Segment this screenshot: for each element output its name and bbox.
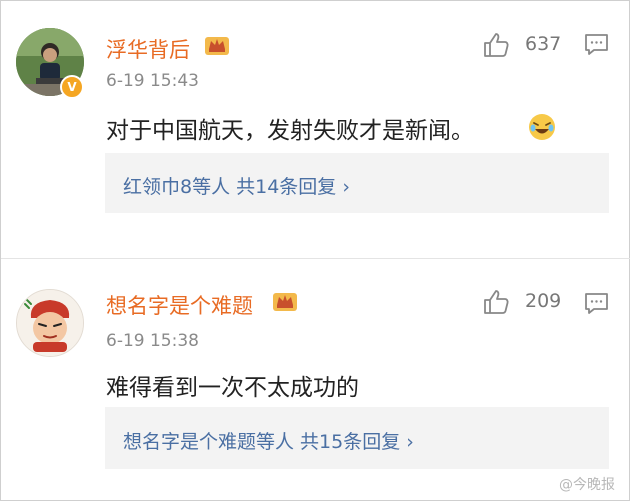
divider [1,258,630,259]
crown-icon [205,37,229,55]
comment-icon[interactable] [584,33,609,56]
watermark: @今晚报 [559,477,615,493]
username[interactable]: 浮华背后 [106,34,190,64]
thumbs-up-icon [484,290,509,314]
like-count: 209 [525,290,562,312]
crown-icon [273,293,297,311]
laughing-emoji-icon [529,114,555,140]
verified-badge-icon: V [60,75,84,99]
like-count: 637 [525,33,562,55]
replies-box[interactable]: 红领巾8等人 共14条回复 › [105,153,609,213]
replies-link[interactable]: 红领巾8等人 共14条回复 › [123,172,350,199]
replies-link[interactable]: 想名字是个难题等人 共15条回复 › [123,427,414,454]
thumbs-up-icon [484,33,509,57]
replies-box[interactable]: 想名字是个难题等人 共15条回复 › [105,407,609,469]
comment-text: 对于中国航天，发射失败才是新闻。 [106,118,474,144]
like-button[interactable]: 209 [482,288,572,316]
comment-item: 想名字是个难题 6-19 15:38 209 难得看到一次不太成功的 想名字是个… [1,269,630,502]
avatar[interactable] [16,289,84,357]
comment-item: V 浮华背后 6-19 15:43 637 对于中国航天，发射失败才是新闻。 红… [1,1,630,251]
timestamp: 6-19 15:43 [106,71,199,91]
comment-text: 难得看到一次不太成功的 [106,375,359,401]
like-button[interactable]: 637 [482,31,572,59]
username[interactable]: 想名字是个难题 [106,290,253,320]
timestamp: 6-19 15:38 [106,331,199,351]
comment-icon[interactable] [584,292,609,315]
comment-list: V 浮华背后 6-19 15:43 637 对于中国航天，发射失败才是新闻。 红… [0,0,630,501]
